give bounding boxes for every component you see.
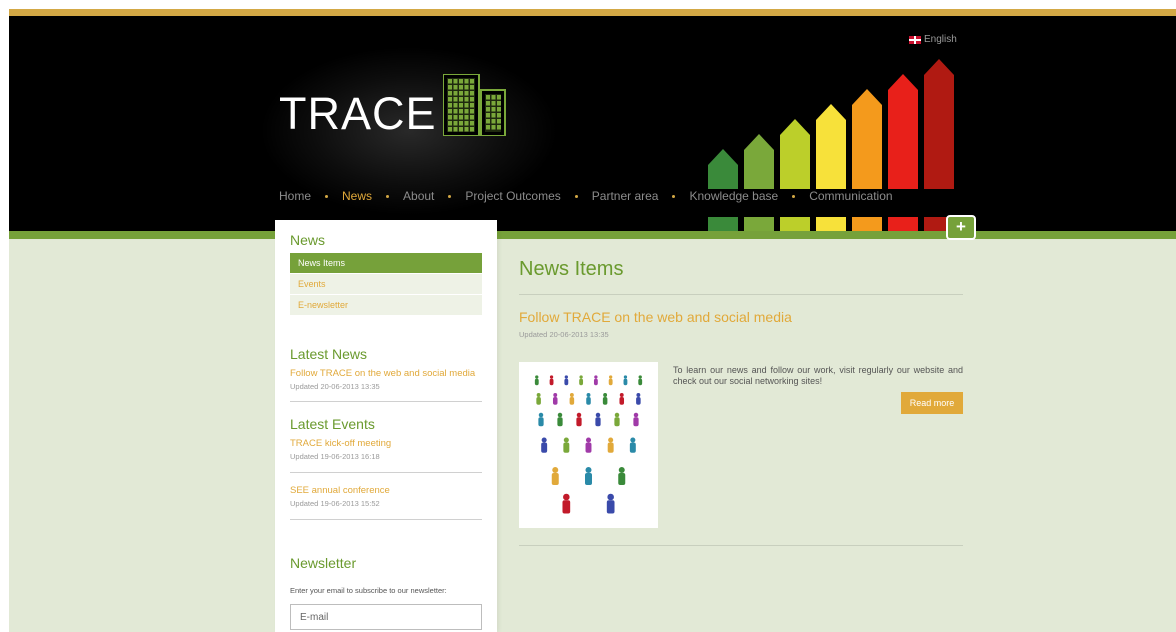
header-green-line [9, 231, 1176, 239]
energy-label-graphic [708, 59, 954, 239]
person-figure [619, 393, 625, 405]
energy-arrow [708, 149, 738, 189]
energy-arrow [816, 104, 846, 189]
latest-event-link[interactable]: SEE annual conference [290, 485, 390, 496]
person-figure [564, 375, 569, 386]
latest-event-link[interactable]: TRACE kick-off meeting [290, 438, 391, 449]
article-title-link[interactable]: Follow TRACE on the web and social media [519, 309, 792, 325]
latest-events-title: Latest Events [290, 416, 375, 432]
sidebar-item-e-newsletter[interactable]: E-newsletter [290, 295, 482, 315]
person-figure [551, 467, 559, 485]
trace-logo[interactable]: TRACE [279, 74, 511, 136]
building-icon [442, 74, 506, 136]
person-figure [608, 375, 613, 386]
person-figure [607, 437, 614, 453]
language-label: English [924, 34, 957, 45]
logo-text: TRACE [279, 88, 437, 139]
person-figure [538, 412, 544, 427]
energy-arrow [888, 74, 918, 189]
person-figure [614, 412, 620, 427]
page-title: News Items [519, 258, 624, 280]
energy-arrow [744, 134, 774, 189]
nav-item-home[interactable]: Home [279, 189, 311, 203]
nav-item-about[interactable]: About [403, 189, 434, 203]
energy-arrow [852, 89, 882, 189]
nav-separator-dot [574, 194, 578, 198]
language-switcher[interactable]: English [909, 34, 957, 45]
person-figure [623, 375, 628, 386]
person-figure [552, 393, 558, 405]
article-summary: To learn our news and follow our work, v… [673, 365, 963, 386]
person-figure [557, 412, 563, 427]
person-figure [629, 437, 636, 453]
page: English TRACE Home News About Project Outco… [9, 9, 1176, 632]
person-figure [638, 375, 643, 386]
article-thumbnail[interactable] [519, 362, 658, 528]
person-figure [593, 375, 598, 386]
article-date: Updated 20-06-2013 13:35 [519, 330, 609, 339]
social-network-people-image [534, 375, 643, 514]
nav-separator-dot [448, 194, 452, 198]
nav-item-project-outcomes[interactable]: Project Outcomes [465, 189, 560, 203]
person-figure [569, 393, 575, 405]
top-accent-bar [9, 9, 1176, 16]
nav-separator-dot [386, 194, 390, 198]
latest-event-date: Updated 19-06-2013 16:18 [290, 452, 380, 461]
nav-item-partner-area[interactable]: Partner area [592, 189, 659, 203]
person-figure [576, 412, 582, 427]
person-figure [606, 493, 615, 514]
person-figure [585, 467, 592, 485]
person-figure [585, 437, 592, 453]
person-figure [618, 467, 626, 485]
person-figure [602, 393, 608, 405]
newsletter-title: Newsletter [290, 555, 357, 571]
person-figure [563, 437, 570, 453]
person-figure [586, 393, 591, 405]
person-figure [536, 393, 541, 405]
sidebar: News News Items Events E-newsletter Late… [275, 220, 497, 632]
latest-news-title: Latest News [290, 346, 368, 362]
person-figure [579, 375, 584, 386]
divider [290, 472, 482, 473]
person-figure [636, 393, 641, 405]
plus-button[interactable]: + [946, 215, 976, 240]
energy-arrow [780, 119, 810, 189]
nav-item-news[interactable]: News [342, 189, 372, 203]
person-figure [595, 412, 601, 427]
person-figure [633, 412, 639, 427]
read-more-button[interactable]: Read more [901, 392, 963, 414]
header: English TRACE Home News About Project Outco… [9, 16, 1176, 239]
email-field[interactable] [290, 604, 482, 630]
latest-event-date: Updated 19-06-2013 15:52 [290, 499, 380, 508]
sidebar-item-events[interactable]: Events [290, 274, 482, 294]
divider [290, 401, 482, 402]
person-figure [562, 493, 571, 514]
divider [290, 519, 482, 520]
nav-separator-dot [325, 194, 329, 198]
sidebar-section-title: News [290, 232, 326, 248]
newsletter-text: Enter your email to subscribe to our new… [290, 586, 447, 595]
latest-news-link[interactable]: Follow TRACE on the web and social media [290, 368, 475, 379]
energy-arrow [924, 59, 954, 189]
person-figure [534, 375, 539, 386]
divider [519, 294, 963, 295]
latest-news-date: Updated 20-06-2013 13:35 [290, 382, 380, 391]
divider [519, 545, 963, 546]
person-figure [549, 375, 554, 386]
uk-flag-icon [909, 35, 921, 44]
nav-separator-dot [672, 194, 676, 198]
sidebar-item-news-items[interactable]: News Items [290, 253, 482, 273]
person-figure [541, 437, 548, 453]
